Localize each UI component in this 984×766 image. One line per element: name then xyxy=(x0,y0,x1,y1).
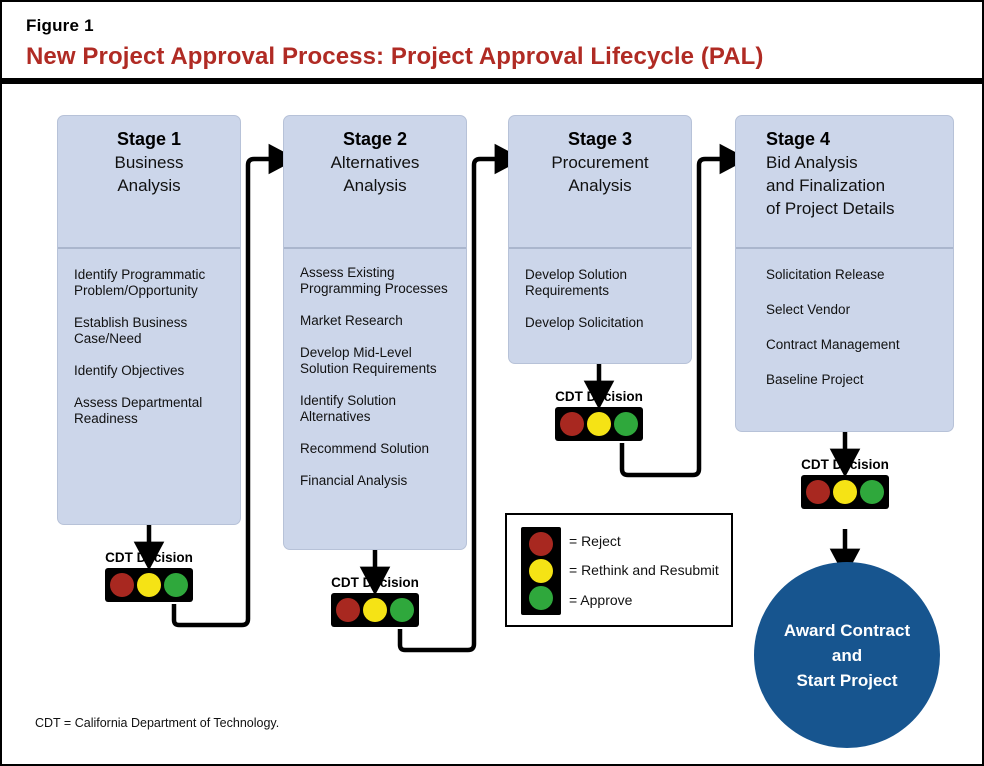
stage-1-number: Stage 1 xyxy=(116,129,182,149)
stage-2-item: Identify Solution Alternatives xyxy=(300,393,397,424)
stage-1-item: Assess Departmental Readiness xyxy=(74,395,203,426)
stage-1-item: Establish Business Case/Need xyxy=(74,315,188,346)
stage-1-subtitle: Business Analysis xyxy=(114,153,184,195)
stage-4-subtitle: Bid Analysis and Finalization of Project… xyxy=(766,153,895,218)
cdt-decision-4: CDT Decision xyxy=(801,457,889,509)
stage-2-item: Recommend Solution xyxy=(300,441,430,456)
stage-3-items: Develop Solution Requirements Develop So… xyxy=(509,249,691,331)
cdt-decision-1-label: CDT Decision xyxy=(105,550,193,565)
stage-2-item: Develop Mid-Level Solution Requirements xyxy=(300,345,437,376)
legend-row-rethink: = Rethink and Resubmit xyxy=(569,562,719,579)
stage-2-header: Stage 2 Alternatives Analysis xyxy=(284,116,466,249)
stage-2-number: Stage 2 xyxy=(342,129,408,149)
stage-4-number: Stage 4 xyxy=(766,129,831,149)
figure-label: Figure 1 xyxy=(26,16,94,35)
lamp-yellow-icon xyxy=(362,598,387,622)
stage-1-item: Identify Programmatic Problem/Opportunit… xyxy=(74,267,206,298)
legend-lamp-green-icon xyxy=(529,585,553,610)
stage-box-1[interactable]: Stage 1 Business Analysis Identify Progr… xyxy=(57,115,241,525)
lamp-red-icon xyxy=(806,480,831,504)
stage-3-number: Stage 3 xyxy=(567,129,633,149)
lamp-yellow-icon xyxy=(832,480,857,504)
cdt-decision-2-label: CDT Decision xyxy=(331,575,419,590)
stage-3-header: Stage 3 Procurement Analysis xyxy=(509,116,691,249)
traffic-light-2[interactable] xyxy=(331,593,419,627)
figure-page: Figure 1 New Project Approval Process: P… xyxy=(0,0,984,766)
figure-header: Figure 1 New Project Approval Process: P… xyxy=(2,2,982,84)
stage-1-items: Identify Programmatic Problem/Opportunit… xyxy=(58,249,240,427)
figure-title: New Project Approval Process: Project Ap… xyxy=(26,43,764,70)
lamp-yellow-icon xyxy=(136,573,161,597)
lamp-red-icon xyxy=(336,598,361,622)
lamp-green-icon xyxy=(389,598,414,622)
lamp-yellow-icon xyxy=(586,412,611,436)
stage-3-subtitle: Procurement Analysis xyxy=(551,153,649,195)
lamp-green-icon xyxy=(613,412,638,436)
cdt-decision-1: CDT Decision xyxy=(105,550,193,602)
stage-2-item: Market Research xyxy=(300,313,403,328)
traffic-light-4[interactable] xyxy=(801,475,889,509)
lamp-red-icon xyxy=(110,573,135,597)
stage-4-item: Contract Management xyxy=(766,337,900,352)
cdt-decision-4-label: CDT Decision xyxy=(801,457,889,472)
legend-row-approve: = Approve xyxy=(569,591,633,608)
final-outcome-circle[interactable]: Award Contract and Start Project xyxy=(754,562,940,748)
cdt-decision-3: CDT Decision xyxy=(555,389,643,441)
stage-2-subtitle: Alternatives Analysis xyxy=(330,153,420,195)
legend-traffic-light xyxy=(521,527,561,615)
legend-row-reject: = Reject xyxy=(569,533,621,550)
stage-4-item: Solicitation Release xyxy=(766,267,885,282)
lamp-red-icon xyxy=(560,412,585,436)
cdt-decision-3-label: CDT Decision xyxy=(555,389,643,404)
final-outcome-label: Award Contract and Start Project xyxy=(783,620,911,690)
lamp-green-icon xyxy=(163,573,188,597)
legend-box: = Reject = Rethink and Resubmit = Approv… xyxy=(505,513,733,627)
stage-4-header: Stage 4 Bid Analysis and Finalization of… xyxy=(736,116,953,249)
stage-4-item: Select Vendor xyxy=(766,302,851,317)
stage-3-item: Develop Solution Requirements xyxy=(525,267,628,298)
stage-2-item: Assess Existing Programming Processes xyxy=(300,265,448,296)
stage-2-item: Financial Analysis xyxy=(300,473,408,488)
stage-1-item: Identify Objectives xyxy=(74,363,185,378)
figure-footnote: CDT = California Department of Technolog… xyxy=(35,716,280,730)
stage-3-item: Develop Solicitation xyxy=(525,315,644,330)
stage-2-items: Assess Existing Programming Processes Ma… xyxy=(284,249,466,489)
stage-4-items: Solicitation Release Select Vendor Contr… xyxy=(736,249,953,388)
legend-rows: = Reject = Rethink and Resubmit = Approv… xyxy=(569,527,719,615)
stage-1-header: Stage 1 Business Analysis xyxy=(58,116,240,249)
lamp-green-icon xyxy=(859,480,884,504)
stage-box-2[interactable]: Stage 2 Alternatives Analysis Assess Exi… xyxy=(283,115,467,550)
cdt-decision-2: CDT Decision xyxy=(331,575,419,627)
stage-4-item: Baseline Project xyxy=(766,372,864,387)
stage-box-4[interactable]: Stage 4 Bid Analysis and Finalization of… xyxy=(735,115,954,432)
traffic-light-3[interactable] xyxy=(555,407,643,441)
legend-lamp-red-icon xyxy=(529,532,553,557)
stage-box-3[interactable]: Stage 3 Procurement Analysis Develop Sol… xyxy=(508,115,692,364)
traffic-light-1[interactable] xyxy=(105,568,193,602)
legend-lamp-yellow-icon xyxy=(529,558,553,583)
